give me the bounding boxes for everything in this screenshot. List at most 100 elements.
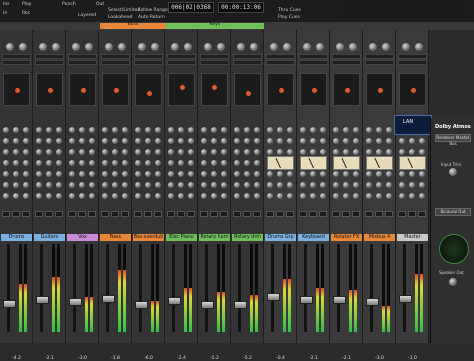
eq-knob[interactable] <box>3 193 9 199</box>
fader-track[interactable] <box>106 244 109 332</box>
fader-track[interactable] <box>7 244 10 332</box>
eq-knob[interactable] <box>409 193 415 199</box>
channel-name[interactable]: Drums Grp <box>265 234 296 241</box>
eq-knob[interactable] <box>102 138 108 144</box>
eq-knob[interactable] <box>178 171 184 177</box>
eq-knob[interactable] <box>376 149 382 155</box>
eq-knob[interactable] <box>366 138 372 144</box>
pan-position-dot[interactable] <box>180 84 185 90</box>
eq-knob[interactable] <box>419 171 425 177</box>
panner[interactable] <box>267 73 294 106</box>
eq-knob[interactable] <box>155 149 161 155</box>
fader-handle[interactable] <box>69 298 82 307</box>
eq-knob[interactable] <box>234 138 240 144</box>
eq-knob[interactable] <box>244 138 250 144</box>
volume-readout[interactable]: -5.2 <box>199 356 230 361</box>
eq-knob[interactable] <box>333 171 339 177</box>
fader-handle[interactable] <box>36 296 49 305</box>
eq-knob[interactable] <box>201 149 207 155</box>
eq-knob[interactable] <box>46 127 52 133</box>
input-gain-knob[interactable] <box>6 43 14 51</box>
eq-knob[interactable] <box>56 171 62 177</box>
insert-slot[interactable] <box>167 54 196 59</box>
panner[interactable] <box>399 73 426 106</box>
insert-slot[interactable] <box>299 54 328 59</box>
eq-knob[interactable] <box>3 127 9 133</box>
fader-track[interactable] <box>238 244 241 332</box>
input-gain-knob[interactable] <box>303 43 311 51</box>
eq-knob[interactable] <box>320 149 326 155</box>
eq-knob[interactable] <box>36 171 42 177</box>
trim-knob[interactable] <box>118 43 126 51</box>
panner[interactable] <box>168 73 195 106</box>
eq-knob[interactable] <box>254 127 260 133</box>
eq-knob[interactable] <box>168 149 174 155</box>
panner[interactable] <box>3 73 30 106</box>
volume-readout[interactable]: -5.2 <box>232 356 263 361</box>
eq-knob[interactable] <box>267 149 273 155</box>
eq-knob[interactable] <box>211 171 217 177</box>
eq-knob[interactable] <box>343 138 349 144</box>
eq-knob[interactable] <box>56 182 62 188</box>
eq-knob[interactable] <box>234 160 240 166</box>
eq-knob[interactable] <box>201 182 207 188</box>
eq-knob[interactable] <box>221 149 227 155</box>
eq-knob[interactable] <box>353 149 359 155</box>
channel-name[interactable]: Vox <box>67 234 98 241</box>
eq-knob[interactable] <box>135 149 141 155</box>
mute-button[interactable] <box>375 211 383 217</box>
eq-knob[interactable] <box>188 127 194 133</box>
eq-knob[interactable] <box>69 171 75 177</box>
eq-knob[interactable] <box>409 149 415 155</box>
input-gain-knob[interactable] <box>270 43 278 51</box>
punch-label[interactable]: Punch <box>62 2 76 7</box>
eq-knob[interactable] <box>320 171 326 177</box>
layered-label[interactable]: Layered <box>78 13 96 18</box>
input-gain-knob[interactable] <box>171 43 179 51</box>
eq-knob[interactable] <box>287 182 293 188</box>
eq-knob[interactable] <box>3 171 9 177</box>
eq-knob[interactable] <box>353 127 359 133</box>
input-gain-knob[interactable] <box>402 43 410 51</box>
record-button[interactable] <box>398 211 406 217</box>
trim-knob[interactable] <box>19 43 27 51</box>
channel-name[interactable]: Bss overdub <box>133 234 164 241</box>
eq-knob[interactable] <box>13 193 19 199</box>
eq-knob[interactable] <box>386 182 392 188</box>
eq-knob[interactable] <box>188 138 194 144</box>
pan-position-dot[interactable] <box>279 88 284 93</box>
input-gain-knob[interactable] <box>369 43 377 51</box>
bars-counter[interactable]: 006|02|0368 <box>168 2 214 13</box>
speaker-out-knob[interactable] <box>449 278 457 286</box>
mute-button[interactable] <box>177 211 185 217</box>
mute-button[interactable] <box>45 211 53 217</box>
record-button[interactable] <box>2 211 10 217</box>
panner[interactable] <box>69 73 96 106</box>
record-button[interactable] <box>266 211 274 217</box>
eq-knob[interactable] <box>254 171 260 177</box>
record-button[interactable] <box>134 211 142 217</box>
eq-knob[interactable] <box>419 138 425 144</box>
panner[interactable] <box>234 73 261 106</box>
eq-knob[interactable] <box>343 171 349 177</box>
eq-knob[interactable] <box>211 127 217 133</box>
insert-slot[interactable] <box>101 54 130 59</box>
volume-readout[interactable]: -2.4 <box>166 356 197 361</box>
pan-position-dot[interactable] <box>81 88 86 93</box>
eq-knob[interactable] <box>320 182 326 188</box>
eq-knob[interactable] <box>168 193 174 199</box>
mute-button[interactable] <box>210 211 218 217</box>
eq-knob[interactable] <box>419 182 425 188</box>
eq-knob[interactable] <box>23 149 29 155</box>
panner[interactable] <box>300 73 327 106</box>
follow-range-label[interactable]: Follow Range <box>138 8 168 13</box>
eq-knob[interactable] <box>234 182 240 188</box>
insert-slot[interactable] <box>35 54 64 59</box>
eq-knob[interactable] <box>343 182 349 188</box>
pan-position-dot[interactable] <box>211 84 217 90</box>
insert-slot[interactable] <box>266 60 295 65</box>
eq-knob[interactable] <box>13 171 19 177</box>
volume-readout[interactable]: -4.2 <box>1 356 32 361</box>
panner[interactable] <box>102 73 129 106</box>
eq-knob[interactable] <box>23 138 29 144</box>
